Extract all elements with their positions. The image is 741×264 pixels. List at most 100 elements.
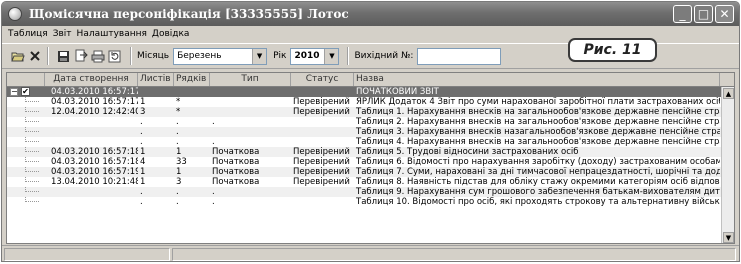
delete-icon[interactable] — [27, 49, 42, 64]
month-select[interactable]: Березень ▼ — [173, 47, 268, 65]
title-bar[interactable]: Щомісячна персоніфікація [33335555] Лото… — [2, 2, 739, 26]
tree-cell — [7, 167, 45, 177]
status-cell — [291, 117, 354, 127]
rows-cell: . — [176, 127, 179, 137]
print-icon[interactable] — [90, 49, 105, 64]
sheets-cell — [138, 87, 174, 97]
refresh-icon[interactable] — [107, 49, 122, 64]
tree-cell — [7, 187, 45, 197]
table-row[interactable]: 13.04.2010 10:21:48 1 3 Початкова Перевірени… — [7, 177, 734, 187]
rows-cell: . — [176, 197, 179, 207]
toolbar-separator — [347, 47, 350, 65]
column-header-rows[interactable]: Рядків — [174, 73, 210, 86]
outgoing-number-label: Вихідний №: — [354, 51, 414, 61]
figure-callout: Рис. 11 — [568, 38, 657, 62]
scroll-down-icon[interactable]: ▼ — [723, 232, 734, 243]
date-cell: 04.03.2010 16:57:17 — [51, 97, 138, 107]
column-header-date[interactable]: Дата створення — [45, 73, 138, 86]
sheets-cell: . — [140, 117, 143, 127]
date-cell: 13.04.2010 10:21:48 — [51, 177, 138, 187]
scroll-up-icon[interactable]: ▲ — [723, 88, 734, 99]
status-cell: Перевірений — [293, 157, 350, 167]
sheets-cell: . — [140, 187, 143, 197]
table-row[interactable]: .. Таблиця 3. Нарахування внесків назагал… — [7, 127, 734, 137]
save-icon[interactable] — [56, 49, 71, 64]
sheets-cell: 1 — [140, 147, 146, 157]
column-header-type[interactable]: Тип — [210, 73, 291, 86]
rows-cell: . — [176, 137, 179, 147]
type-cell — [210, 107, 291, 117]
sheets-cell: . — [140, 197, 143, 207]
table-row[interactable]: ... Таблиця 2. Нарахування внесків на заг… — [7, 117, 734, 127]
status-panel — [172, 248, 736, 261]
collapse-icon[interactable]: − — [10, 88, 18, 96]
type-cell: . — [212, 187, 215, 197]
tree-line — [25, 97, 39, 102]
sheets-cell: 1 — [140, 97, 146, 107]
name-cell: Таблиця 5. Трудові відносини застрахован… — [356, 147, 579, 157]
maximize-button[interactable]: □ — [694, 5, 713, 23]
export-icon[interactable] — [73, 49, 88, 64]
tree-line — [25, 107, 39, 112]
table-row[interactable]: 12.04.2010 12:42:40 3 * Перевірений Таблиця … — [7, 107, 734, 117]
rows-cell: . — [176, 187, 179, 197]
rows-cell: 1 — [176, 167, 182, 177]
app-icon — [8, 7, 22, 21]
status-panel — [4, 248, 170, 261]
sheets-cell: 1 — [140, 177, 146, 187]
table-row[interactable]: ... Таблиця 10. Відомості про осіб, які п… — [7, 197, 734, 207]
table-row[interactable]: 04.03.2010 16:57:18 4 33 Початкова Перевірен… — [7, 157, 734, 167]
status-cell: Перевірений — [293, 97, 350, 107]
name-cell: Таблиця 6. Відомості про нарахування зар… — [356, 157, 720, 167]
tree-cell — [7, 137, 45, 147]
vertical-scrollbar[interactable]: ▲ ▼ — [721, 87, 734, 243]
status-cell: Перевірений — [293, 167, 350, 177]
chevron-down-icon[interactable]: ▼ — [252, 48, 267, 64]
table-row[interactable]: ... Таблиця 9. Нарахування сум грошового … — [7, 187, 734, 197]
chevron-down-icon[interactable]: ▼ — [324, 48, 339, 64]
toolbar-separator — [47, 47, 49, 65]
window-controls: _ □ ✕ — [673, 5, 734, 23]
tree-line — [25, 127, 39, 132]
outgoing-number-input[interactable] — [417, 47, 502, 65]
tree-cell — [7, 107, 45, 117]
tree-line — [25, 177, 39, 182]
column-header-sheets[interactable]: Листів — [138, 73, 174, 86]
menu-report[interactable]: Звіт — [53, 29, 77, 39]
column-header-tree[interactable] — [7, 73, 45, 86]
minimize-button[interactable]: _ — [673, 5, 692, 23]
close-button[interactable]: ✕ — [715, 5, 734, 23]
tree-cell — [7, 157, 45, 167]
table-row[interactable]: − ✔ 04.03.2010 16:57:17 ПОЧАТКОВИЙ ЗВІТ — [7, 87, 734, 97]
status-cell — [291, 137, 354, 147]
menu-settings[interactable]: Налаштування — [77, 29, 152, 39]
rows-cell: * — [176, 107, 181, 117]
menu-table[interactable]: Таблиця — [8, 29, 53, 39]
row-checkbox[interactable]: ✔ — [21, 87, 30, 96]
table-row[interactable]: 04.03.2010 16:57:19 1 1 Початкова Перевірени… — [7, 167, 734, 177]
table-row[interactable]: 04.03.2010 16:57:18 1 1 Початкова Перевірени… — [7, 147, 734, 157]
menu-help[interactable]: Довідка — [152, 29, 195, 39]
rows-cell: . — [176, 117, 179, 127]
type-cell: Початкова — [212, 177, 260, 187]
toolbar-separator — [130, 47, 132, 65]
date-cell: 04.03.2010 16:57:19 — [51, 167, 138, 177]
name-cell: Таблиця 9. Нарахування сум грошового заб… — [356, 187, 720, 197]
year-label: Рік — [273, 51, 287, 61]
date-cell: 04.03.2010 16:57:18 — [51, 147, 138, 157]
rows-cell — [174, 87, 210, 97]
tree-line — [25, 187, 39, 192]
status-bar — [2, 245, 739, 261]
date-cell — [45, 187, 138, 197]
date-cell: 04.03.2010 16:57:17 — [51, 87, 138, 97]
table-row[interactable]: 04.03.2010 16:57:17 1 * Перевірений ЯРЛИК До… — [7, 97, 734, 107]
table-row[interactable]: ... Таблиця 4. Нарахування внесків на заг… — [7, 137, 734, 147]
year-select[interactable]: 2010 ▼ — [290, 47, 340, 65]
date-cell: 12.04.2010 12:42:40 — [51, 107, 138, 117]
column-header-status[interactable]: Статус — [291, 73, 354, 86]
table-header: Дата створення Листів Рядків Тип Статус … — [7, 73, 734, 87]
status-cell — [291, 187, 354, 197]
tree-line — [25, 137, 39, 142]
open-folder-icon[interactable] — [10, 49, 25, 64]
column-header-name[interactable]: Назва — [354, 73, 720, 86]
